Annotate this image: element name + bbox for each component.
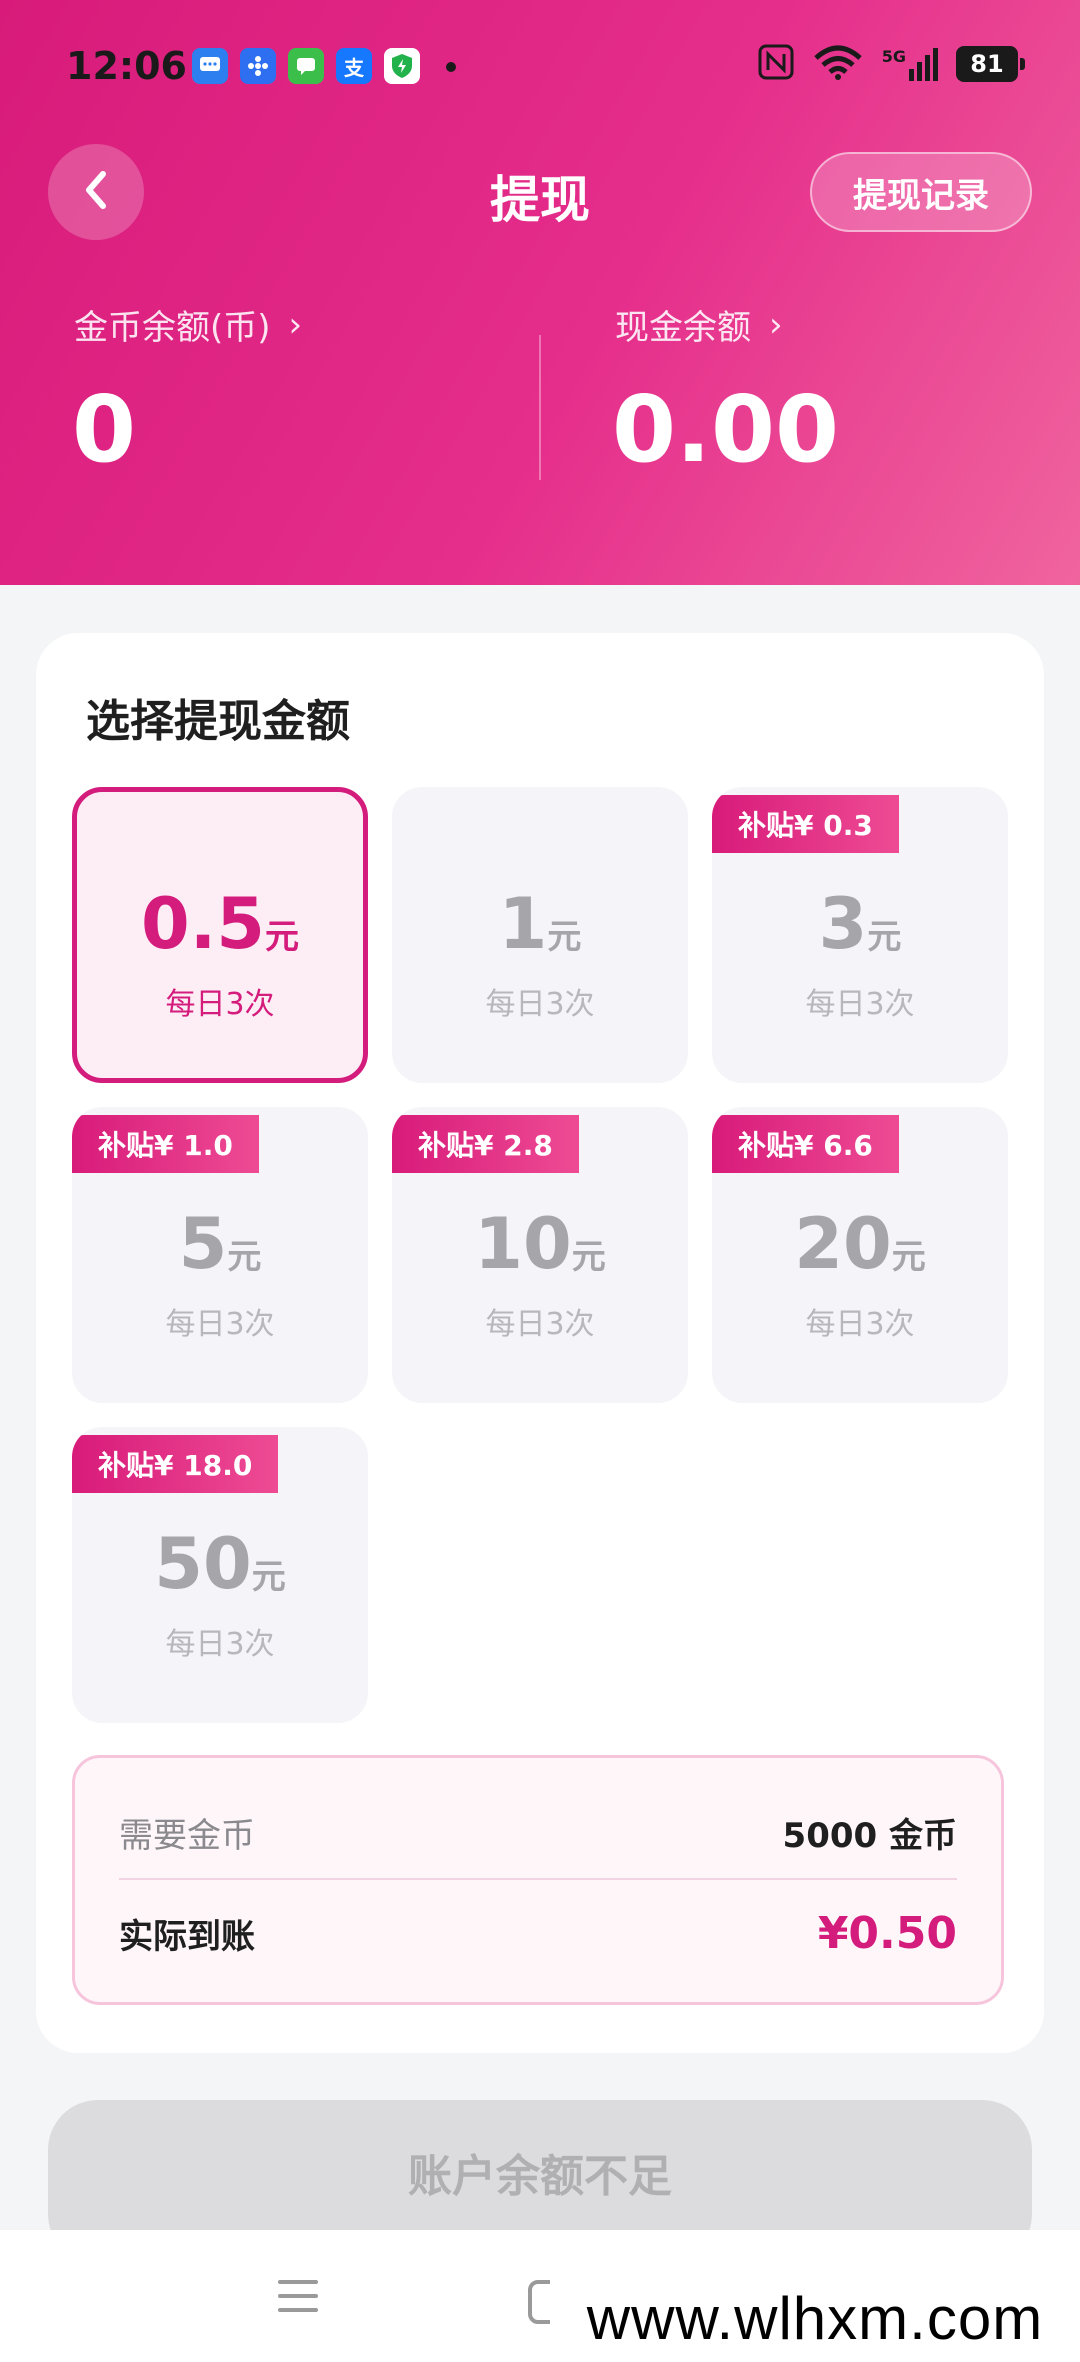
subsidy-badge: 补贴¥ 1.0 — [72, 1115, 259, 1173]
gold-balance-link[interactable]: 金币余额(币) › — [74, 300, 302, 349]
amount-option-5[interactable]: 补贴¥ 1.0 5元 每日3次 — [72, 1107, 368, 1403]
amount-option-50[interactable]: 补贴¥ 18.0 50元 每日3次 — [72, 1427, 368, 1723]
actual-amount-value: ¥0.50 — [817, 1908, 957, 1959]
cellular-signal-icon: 5G — [882, 47, 938, 81]
option-amount: 1元 — [498, 883, 582, 965]
section-title: 选择提现金额 — [86, 696, 350, 747]
required-coins-row: 需要金币 5000 金币 — [119, 1808, 957, 1857]
subsidy-badge: 补贴¥ 2.8 — [392, 1115, 579, 1173]
message-icon — [192, 48, 228, 84]
actual-amount-row: 实际到账 ¥0.50 — [119, 1908, 957, 1959]
battery-icon: 81 — [956, 46, 1025, 82]
network-type: 5G — [881, 47, 906, 66]
option-amount: 3元 — [818, 883, 902, 965]
watermark: www.wlhxm.com — [550, 2276, 1080, 2362]
option-limit: 每日3次 — [165, 987, 275, 1022]
cash-balance-value: 0.00 — [612, 376, 839, 483]
alipay-glyph: 支 — [344, 55, 364, 80]
nfc-icon — [758, 44, 794, 84]
option-limit: 每日3次 — [165, 1307, 275, 1342]
option-limit: 每日3次 — [485, 1307, 595, 1342]
amount-option-1[interactable]: 1元 每日3次 — [392, 787, 688, 1083]
gold-balance-value: 0 — [72, 376, 137, 483]
subsidy-badge: 补贴¥ 18.0 — [72, 1435, 279, 1493]
withdraw-record-button[interactable]: 提现记录 — [810, 152, 1032, 232]
status-bar: 12:06 支 5G 81 — [0, 0, 1080, 130]
battery-level: 81 — [970, 50, 1004, 78]
cash-balance-link[interactable]: 现金余额 › — [615, 300, 783, 349]
amount-option-0.5[interactable]: 0.5元 每日3次 — [72, 787, 368, 1083]
amount-option-20[interactable]: 补贴¥ 6.6 20元 每日3次 — [712, 1107, 1008, 1403]
status-right: 5G 81 — [758, 44, 1025, 84]
amount-option-3[interactable]: 补贴¥ 0.3 3元 每日3次 — [712, 787, 1008, 1083]
subsidy-badge: 补贴¥ 0.3 — [712, 795, 899, 853]
gold-balance-label: 金币余额(币) — [74, 308, 271, 348]
cash-balance-label: 现金余额 — [615, 308, 751, 348]
option-amount: 50元 — [154, 1523, 286, 1605]
option-limit: 每日3次 — [485, 987, 595, 1022]
option-amount: 20元 — [794, 1203, 926, 1285]
subsidy-badge: 补贴¥ 6.6 — [712, 1115, 899, 1173]
wifi-icon — [812, 44, 864, 84]
chat-icon — [288, 48, 324, 84]
summary-divider — [119, 1878, 957, 1880]
chevron-right-icon: › — [288, 304, 303, 345]
option-limit: 每日3次 — [805, 987, 915, 1022]
header: 12:06 支 5G 81 提现 提现记录 金币余额(币) › 0 现金余额 ›… — [0, 0, 1080, 585]
status-time: 12:06 — [66, 44, 187, 88]
amount-option-10[interactable]: 补贴¥ 2.8 10元 每日3次 — [392, 1107, 688, 1403]
balance-divider — [539, 335, 541, 480]
option-limit: 每日3次 — [805, 1307, 915, 1342]
actual-amount-label: 实际到账 — [119, 1917, 255, 1957]
shield-icon — [384, 48, 420, 84]
more-notifications-dot — [446, 62, 456, 72]
pinwheel-icon — [240, 48, 276, 84]
menu-icon[interactable] — [278, 2280, 318, 2322]
chevron-right-icon: › — [769, 304, 783, 345]
required-coins-value: 5000 金币 — [782, 1816, 957, 1856]
required-coins-label: 需要金币 — [119, 1816, 255, 1856]
option-amount: 0.5元 — [140, 883, 299, 965]
option-amount: 10元 — [474, 1203, 606, 1285]
alipay-icon: 支 — [336, 48, 372, 84]
withdraw-card: 选择提现金额 0.5元 每日3次 1元 每日3次 补贴¥ 0.3 3元 每日3次… — [36, 633, 1044, 2053]
withdraw-summary: 需要金币 5000 金币 实际到账 ¥0.50 — [72, 1755, 1004, 2005]
option-amount: 5元 — [178, 1203, 262, 1285]
option-limit: 每日3次 — [165, 1627, 275, 1662]
